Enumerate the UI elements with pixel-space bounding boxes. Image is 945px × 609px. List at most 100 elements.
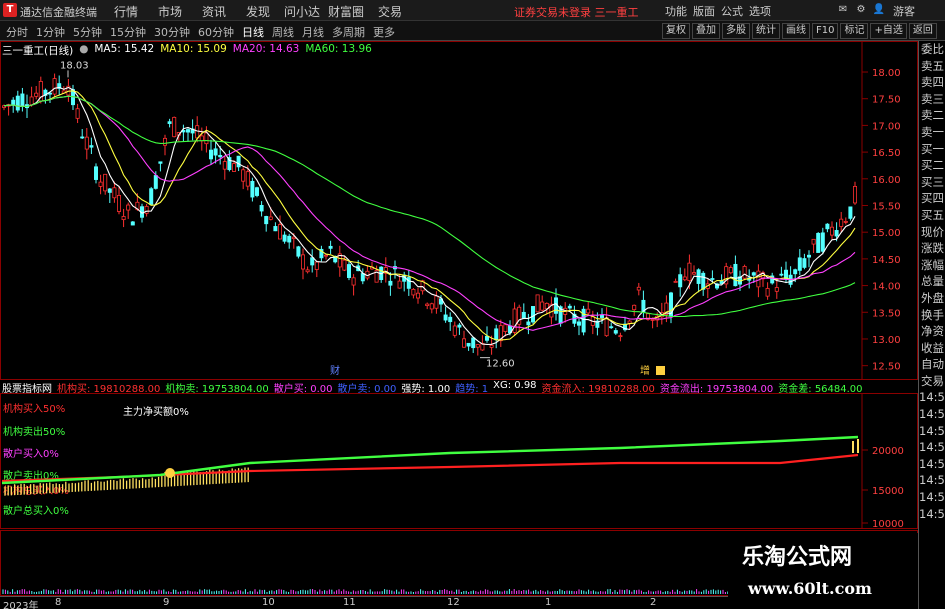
indicator-tick-label: 20000 [872, 446, 904, 457]
candle-body [811, 238, 816, 245]
candle-body [839, 218, 844, 227]
side-item[interactable]: 14:50 [919, 472, 945, 489]
event-marker-box[interactable] [656, 366, 665, 375]
side-item[interactable]: 卖四 [919, 74, 945, 91]
period-tab-3[interactable]: 15分钟 [106, 24, 150, 40]
side-item[interactable]: 14:50 [919, 506, 945, 523]
user-icon[interactable]: 👤 [872, 3, 886, 17]
settings-icon[interactable]: ⚙ [854, 3, 868, 17]
tool-button-5[interactable]: F10 [812, 23, 839, 39]
tool-button-0[interactable]: 复权 [662, 23, 690, 39]
side-item[interactable]: 买五 [919, 207, 945, 224]
period-tab-2[interactable]: 5分钟 [69, 24, 106, 40]
menu-formula[interactable]: 公式 [718, 3, 746, 19]
side-item[interactable]: 自动 [919, 356, 945, 373]
candle-body [273, 226, 278, 232]
period-tab-1[interactable]: 1分钟 [32, 24, 69, 40]
tool-button-1[interactable]: 叠加 [692, 23, 720, 39]
side-item[interactable]: 14:50 [919, 456, 945, 473]
side-item[interactable]: 14:50 [919, 406, 945, 423]
period-tab-6[interactable]: 日线 [238, 24, 268, 40]
menu-item-news[interactable]: 资讯 [192, 3, 236, 20]
candle-body [632, 304, 637, 311]
candle-body [346, 264, 351, 278]
candle-body [521, 311, 526, 319]
institution-sell-line [1, 435, 859, 485]
side-item[interactable]: 净资 [919, 323, 945, 340]
period-tab-0[interactable]: 分时 [2, 24, 32, 40]
side-item[interactable]: 交易 [919, 373, 945, 390]
menu-item-trade[interactable]: 交易 [368, 3, 412, 20]
candle-body [834, 230, 839, 237]
period-tab-10[interactable]: 更多 [369, 24, 399, 40]
tool-button-8[interactable]: 返回 [908, 23, 937, 39]
side-item[interactable]: 现价 [919, 224, 945, 241]
indicator-chart[interactable]: 200001500010000机构买入50%机构卖出50%散户买入0%散户卖出0… [0, 393, 918, 529]
candle-body [112, 187, 117, 199]
app-title: 通达信金融终端 [20, 6, 97, 19]
candle-body [692, 272, 697, 275]
side-item[interactable]: 卖三 [919, 91, 945, 108]
watermark-url: www.60lt.com [748, 579, 872, 598]
side-item[interactable]: 涨跌 [919, 240, 945, 257]
candle-body [489, 344, 494, 348]
guest-login[interactable]: 游客 [893, 3, 915, 19]
side-item[interactable]: 买四 [919, 190, 945, 207]
menu-item-wealth[interactable]: 财富圈 [324, 3, 368, 20]
tool-button-4[interactable]: 画线 [782, 23, 810, 39]
period-tab-5[interactable]: 60分钟 [194, 24, 238, 40]
event-marker-cai[interactable]: 财 [330, 364, 340, 377]
period-tab-4[interactable]: 30分钟 [150, 24, 194, 40]
side-item[interactable]: 14:50 [919, 423, 945, 440]
candle-body [310, 257, 315, 266]
candle-body [751, 272, 756, 276]
tool-button-6[interactable]: 标记 [840, 23, 869, 39]
period-tab-7[interactable]: 周线 [268, 24, 298, 40]
candle-body [448, 316, 453, 323]
mail-icon[interactable]: ✉ [836, 3, 850, 17]
candle-body [75, 108, 80, 119]
candle-body [816, 232, 821, 253]
watermark: 乐淘公式网 www.60lt.com [728, 533, 918, 609]
menu-item-discover[interactable]: 发现 [236, 3, 280, 20]
side-item[interactable]: 卖五 [919, 58, 945, 75]
menu-item-market[interactable]: 行情 [104, 3, 148, 20]
tool-button-7[interactable]: +自选 [870, 23, 907, 39]
side-item[interactable]: 买三 [919, 174, 945, 191]
candle-body [259, 204, 264, 212]
period-tab-8[interactable]: 月线 [298, 24, 328, 40]
side-item[interactable]: 14:50 [919, 439, 945, 456]
menu-layout[interactable]: 版面 [690, 3, 718, 19]
candlestick-chart[interactable]: 18.00 17.50 17.00 16.50 16.00 15.50 15.00 14.50… [0, 41, 945, 380]
candle-body [121, 216, 126, 221]
ma5-line [3, 86, 856, 345]
side-item[interactable]: 外盘 [919, 290, 945, 307]
side-item[interactable]: 委比 [919, 41, 945, 58]
side-item[interactable]: 换手 [919, 307, 945, 324]
ma-legend: 三一重工(日线) ● MA5: 15.42 MA10: 15.09 MA20: … [2, 43, 372, 58]
tool-button-2[interactable]: 多股 [722, 23, 750, 39]
side-item[interactable]: 买二 [919, 157, 945, 174]
menu-options[interactable]: 选项 [746, 3, 774, 19]
side-item[interactable]: 卖二 [919, 107, 945, 124]
side-item[interactable]: 总量 [919, 273, 945, 290]
menu-function[interactable]: 功能 [662, 3, 690, 19]
menu-item-ask[interactable]: 问小达 [280, 3, 324, 20]
side-item[interactable]: 涨幅 [919, 257, 945, 274]
date-tick: 2023年 [3, 601, 39, 609]
tool-button-3[interactable]: 统计 [752, 23, 780, 39]
price-tick-label: 17.00 [872, 121, 901, 132]
menu-item-markets[interactable]: 市场 [148, 3, 192, 20]
period-tab-9[interactable]: 多周期 [328, 24, 369, 40]
candle-body [434, 295, 439, 309]
login-status-text[interactable]: 证券交易未登录 [514, 6, 591, 19]
side-item[interactable]: 收益 [919, 340, 945, 357]
app-titlebar: T 通达信金融终端 行情 市场 资讯 发现 问小达 财富圈 交易 证券交易未登录… [0, 0, 945, 21]
side-item[interactable]: 卖一 [919, 124, 945, 141]
side-item[interactable]: 14:50 [919, 389, 945, 406]
event-marker-zeng[interactable]: 增 [640, 364, 650, 377]
side-item[interactable]: 14:50 [919, 489, 945, 506]
side-item[interactable]: 买一 [919, 141, 945, 158]
legend-toggle-icon[interactable]: ● [79, 43, 88, 58]
candle-body [20, 93, 25, 107]
